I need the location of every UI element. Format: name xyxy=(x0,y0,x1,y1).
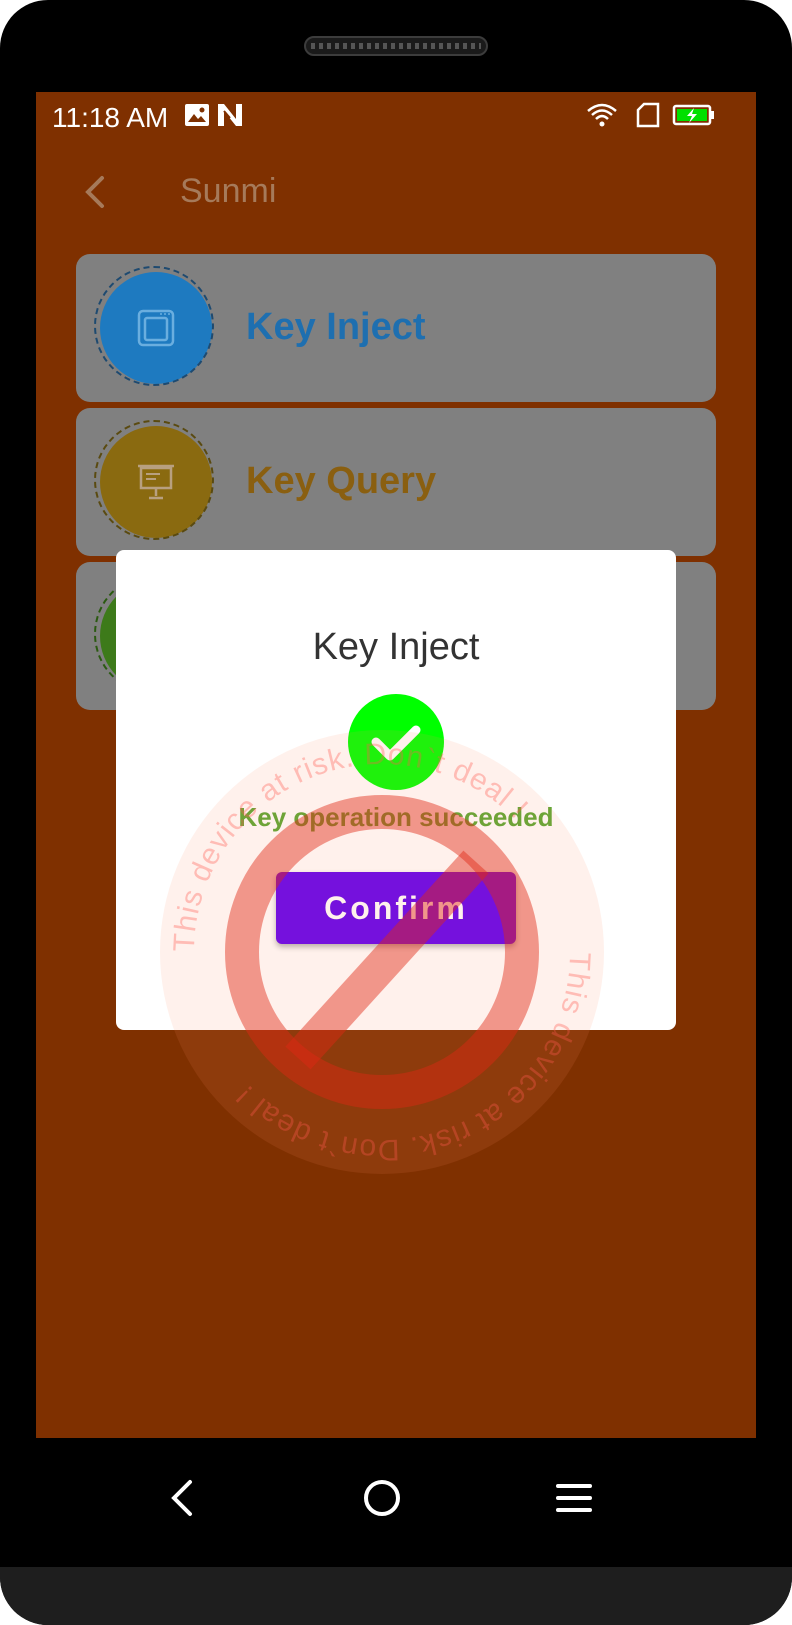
n-notification-icon xyxy=(216,102,244,133)
confirm-button[interactable]: Confirm xyxy=(276,872,516,944)
app-bar: Sunmi xyxy=(36,142,756,242)
battery-charging-icon xyxy=(672,102,718,133)
system-nav-bar xyxy=(36,1438,756,1568)
screen: 11:18 AM Sunmi Key Inject Key Query Key … xyxy=(36,92,756,1438)
menu-item-label: Key Query xyxy=(246,460,437,502)
dialog-message: Key operation succeeded xyxy=(238,802,554,832)
phone-frame: 11:18 AM Sunmi Key Inject Key Query Key … xyxy=(0,0,792,1625)
presentation-board-icon xyxy=(138,464,174,500)
phone-bottom-edge xyxy=(0,1567,792,1625)
image-icon xyxy=(184,102,210,133)
home-nav-icon[interactable] xyxy=(352,1468,412,1528)
speaker-grille xyxy=(304,36,488,56)
presentation-circle xyxy=(94,420,214,540)
menu-nav-icon[interactable] xyxy=(544,1468,604,1528)
status-bar: 11:18 AM xyxy=(36,92,756,142)
menu-item-key-query[interactable]: Key Query xyxy=(76,408,716,556)
dialog-title: Key Inject xyxy=(312,626,480,668)
check-circle-icon xyxy=(348,694,444,790)
status-time: 11:18 AM xyxy=(52,102,169,133)
menu-item-label: Key Inject xyxy=(246,306,426,348)
app-title: Sunmi xyxy=(180,172,277,210)
card-reader-icon xyxy=(137,309,175,347)
result-dialog: Key Inject Key operation succeeded Confi… xyxy=(116,550,676,1030)
menu-item-key-inject[interactable]: Key Inject xyxy=(76,254,716,402)
wifi-icon xyxy=(586,102,618,133)
card-reader-circle xyxy=(94,266,214,386)
sim-card-icon xyxy=(636,102,660,133)
back-nav-icon[interactable] xyxy=(154,1468,214,1528)
chevron-left-icon[interactable] xyxy=(76,168,116,216)
